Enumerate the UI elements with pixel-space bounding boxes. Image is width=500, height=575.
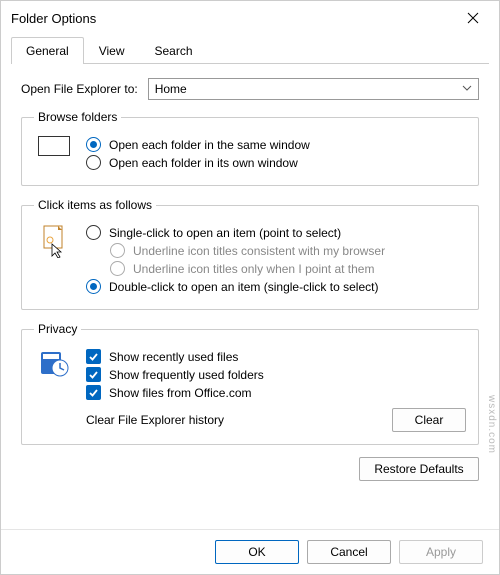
close-icon <box>467 12 479 24</box>
open-to-value: Home <box>155 82 187 96</box>
browse-legend: Browse folders <box>34 110 121 124</box>
click-icon <box>34 222 74 258</box>
tab-general[interactable]: General <box>11 37 84 64</box>
cancel-button[interactable]: Cancel <box>307 540 391 564</box>
browse-folders-group: Browse folders Open each folder in the s… <box>21 110 479 186</box>
dialog-title: Folder Options <box>11 11 96 26</box>
radio-own-window[interactable]: Open each folder in its own window <box>86 155 466 170</box>
watermark: wsxdn.com <box>486 395 497 454</box>
folder-icon <box>34 134 74 156</box>
close-button[interactable] <box>457 4 489 32</box>
open-to-label: Open File Explorer to: <box>21 82 138 96</box>
radio-single-click[interactable]: Single-click to open an item (point to s… <box>86 225 466 240</box>
tab-search[interactable]: Search <box>140 37 208 64</box>
radio-underline-browser: Underline icon titles consistent with my… <box>110 243 466 258</box>
open-to-select[interactable]: Home <box>148 78 479 100</box>
click-legend: Click items as follows <box>34 198 156 212</box>
ok-button[interactable]: OK <box>215 540 299 564</box>
click-items-group: Click items as follows Single-click to o… <box>21 198 479 310</box>
privacy-legend: Privacy <box>34 322 81 336</box>
clear-button[interactable]: Clear <box>392 408 466 432</box>
check-recent-files[interactable]: Show recently used files <box>86 349 466 364</box>
check-office-files[interactable]: Show files from Office.com <box>86 385 466 400</box>
check-frequent-folders[interactable]: Show frequently used folders <box>86 367 466 382</box>
clear-history-label: Clear File Explorer history <box>86 413 224 427</box>
restore-defaults-button[interactable]: Restore Defaults <box>359 457 479 481</box>
chevron-down-icon <box>462 82 472 96</box>
radio-double-click[interactable]: Double-click to open an item (single-cli… <box>86 279 466 294</box>
radio-same-window[interactable]: Open each folder in the same window <box>86 137 466 152</box>
privacy-icon <box>34 346 74 378</box>
apply-button[interactable]: Apply <box>399 540 483 564</box>
tab-view[interactable]: View <box>84 37 140 64</box>
radio-underline-point: Underline icon titles only when I point … <box>110 261 466 276</box>
privacy-group: Privacy Show recently used files Show fr… <box>21 322 479 445</box>
